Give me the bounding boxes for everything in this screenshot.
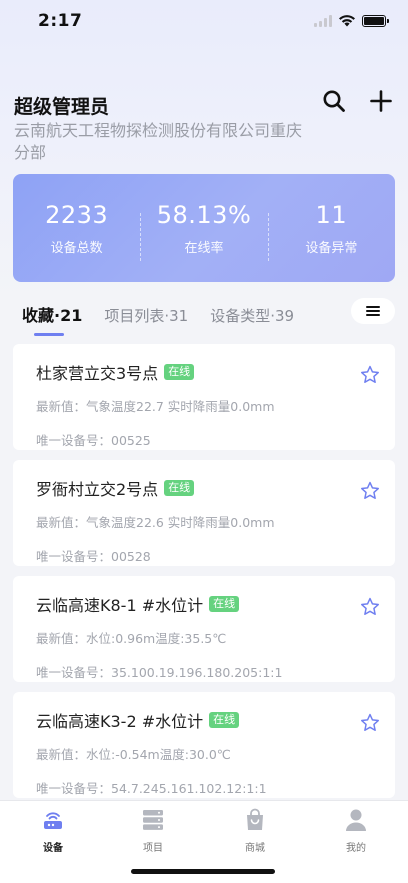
tab-favorites[interactable]: 收藏·21 — [22, 302, 82, 336]
device-name: 云临高速K3-2 #水位计 — [36, 712, 204, 731]
stat-label: 设备异常 — [305, 240, 358, 256]
stat-label: 设备总数 — [50, 240, 103, 256]
battery-icon — [362, 14, 389, 27]
nav-item-mine[interactable]: 我的 — [326, 807, 386, 854]
star-favorite-icon[interactable] — [359, 596, 381, 618]
status-time: 2:17 — [38, 11, 83, 31]
device-id: 唯一设备号：35.100.19.196.180.205:1:1 — [36, 665, 283, 680]
plus-icon — [370, 90, 392, 112]
user-icon — [346, 809, 366, 831]
shopping-bag-icon — [247, 808, 263, 830]
stat-online-rate[interactable]: 58.13% 在线率 — [140, 200, 267, 261]
search-button[interactable] — [321, 88, 347, 114]
device-card[interactable]: 杜家营立交3号点 在线 最新值：气象温度22.7 实时降雨量0.0mm 唯一设备… — [13, 344, 395, 450]
list-menu-button[interactable] — [351, 298, 395, 324]
nav-item-mall[interactable]: 商城 — [225, 807, 285, 854]
device-id: 唯一设备号：54.7.245.161.102.12:1:1 — [36, 781, 267, 796]
stat-total-devices[interactable]: 2233 设备总数 — [13, 201, 140, 256]
device-id: 唯一设备号：00528 — [36, 549, 151, 564]
add-button[interactable] — [368, 88, 394, 114]
device-card[interactable]: 云临高速K8-1 #水位计 在线 最新值：水位:0.96m温度:35.5℃ 唯一… — [13, 576, 395, 682]
star-favorite-icon[interactable] — [359, 364, 381, 386]
star-favorite-icon[interactable] — [359, 480, 381, 502]
tab-bar: 收藏·21 项目列表·31 设备类型·39 — [22, 302, 294, 336]
online-status-badge: 在线 — [164, 480, 195, 496]
wifi-icon — [339, 15, 355, 27]
stat-value: 11 — [315, 200, 348, 229]
stat-value: 2233 — [45, 200, 109, 229]
server-stack-icon — [143, 810, 163, 830]
home-indicator — [131, 869, 275, 874]
device-id: 唯一设备号：00525 — [36, 433, 151, 448]
tab-project-list[interactable]: 项目列表·31 — [104, 305, 188, 326]
online-status-badge: 在线 — [209, 712, 240, 728]
stat-label: 在线率 — [184, 240, 224, 256]
device-name: 罗衙村立交2号点 — [36, 480, 159, 499]
stats-card: 2233 设备总数 58.13% 在线率 11 设备异常 — [13, 174, 395, 282]
tab-device-types[interactable]: 设备类型·39 — [210, 305, 294, 326]
device-latest-value: 最新值：气象温度22.7 实时降雨量0.0mm — [36, 399, 275, 414]
device-latest-value: 最新值：气象温度22.6 实时降雨量0.0mm — [36, 515, 275, 530]
menu-icon — [366, 306, 380, 316]
nav-label: 项目 — [143, 843, 163, 854]
status-icons — [314, 14, 389, 27]
device-name: 云临高速K8-1 #水位计 — [36, 596, 204, 615]
device-list: 杜家营立交3号点 在线 最新值：气象温度22.7 实时降雨量0.0mm 唯一设备… — [13, 344, 395, 808]
star-favorite-icon[interactable] — [359, 712, 381, 734]
device-latest-value: 最新值：水位:0.96m温度:35.5℃ — [36, 631, 227, 646]
nav-item-devices[interactable]: 设备 — [23, 807, 83, 854]
device-name: 杜家营立交3号点 — [36, 364, 159, 383]
nav-item-projects[interactable]: 项目 — [123, 807, 183, 854]
search-icon — [323, 90, 345, 112]
stat-value: 58.13% — [156, 200, 252, 229]
cellular-signal-icon — [314, 14, 332, 27]
online-status-badge: 在线 — [209, 596, 240, 612]
stat-abnormal-devices[interactable]: 11 设备异常 — [267, 200, 395, 261]
device-latest-value: 最新值：水位:-0.54m温度:30.0℃ — [36, 747, 231, 762]
organization-name: 云南航天工程物探检测股份有限公司重庆分部 — [14, 121, 303, 162]
device-card[interactable]: 云临高速K3-2 #水位计 在线 最新值：水位:-0.54m温度:30.0℃ 唯… — [13, 692, 395, 798]
nav-label: 商城 — [245, 843, 265, 854]
nav-label: 设备 — [43, 843, 63, 854]
device-card[interactable]: 罗衙村立交2号点 在线 最新值：气象温度22.6 实时降雨量0.0mm 唯一设备… — [13, 460, 395, 566]
online-status-badge: 在线 — [164, 364, 195, 380]
device-router-icon — [44, 812, 62, 829]
page-title: 超级管理员 — [14, 96, 110, 118]
nav-label: 我的 — [346, 843, 366, 854]
status-bar: 2:17 — [0, 0, 408, 44]
